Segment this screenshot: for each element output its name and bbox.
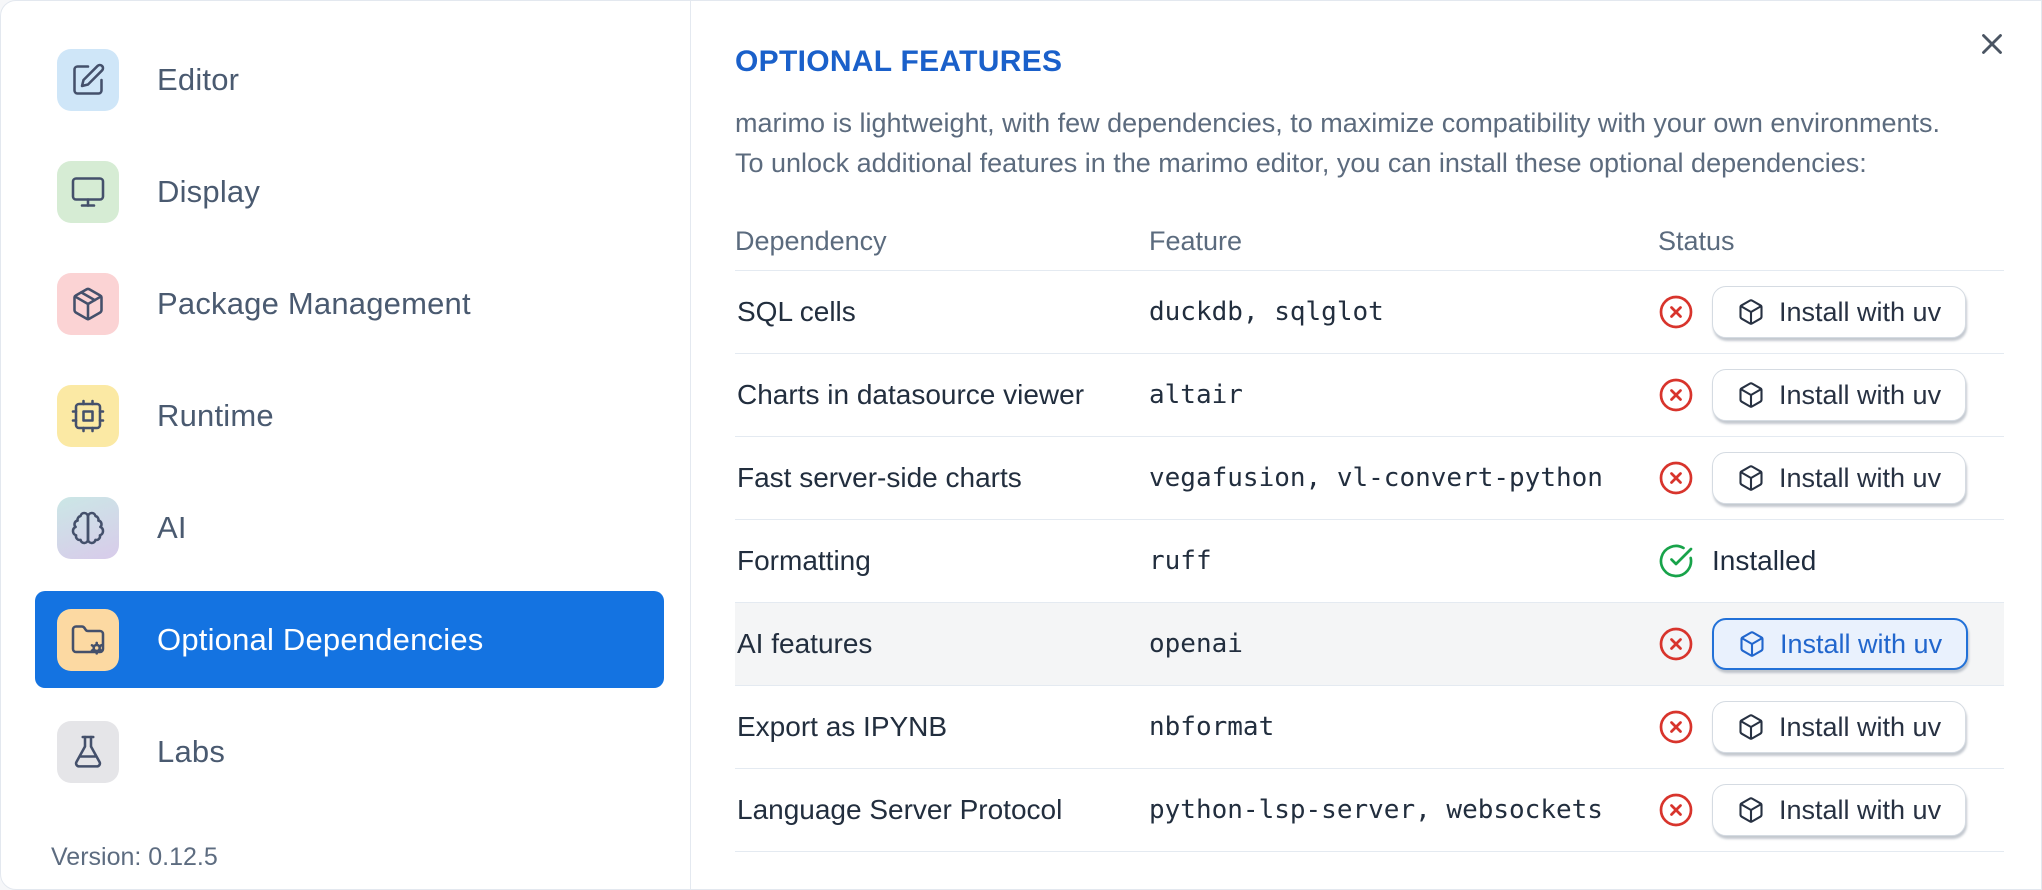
table-row: Formatting ruff Installed (735, 520, 2004, 603)
install-with-uv-button[interactable]: Install with uv (1712, 286, 1967, 338)
status-cell: Install with uv (1658, 618, 2004, 670)
table-row: SQL cells duckdb, sqlglot Install with u… (735, 271, 2004, 354)
version-label: Version: 0.12.5 (51, 843, 218, 871)
install-with-uv-button[interactable]: Install with uv (1712, 369, 1967, 421)
sidebar-item-package-management[interactable]: Package Management (35, 255, 664, 352)
status-cell: Installed (1658, 543, 2004, 579)
sidebar-item-display[interactable]: Display (35, 143, 664, 240)
feature-packages: openai (1149, 629, 1243, 659)
table-row: AI features openai Install with uv (735, 603, 2004, 686)
feature-packages: python-lsp-server, websockets (1149, 795, 1603, 825)
close-button[interactable] (1973, 25, 2011, 63)
sidebar-item-runtime[interactable]: Runtime (35, 367, 664, 464)
feature-packages: duckdb, sqlglot (1149, 297, 1384, 327)
sidebar-item-label: Runtime (157, 397, 274, 433)
package-box-icon (1740, 631, 1764, 657)
sidebar-item-ai[interactable]: AI (35, 479, 664, 576)
table-row: Charts in datasource viewer altair Insta… (735, 354, 2004, 437)
package-icon (73, 287, 103, 320)
sidebar-item-label: AI (157, 509, 187, 545)
not-installed-icon (1658, 377, 1694, 413)
install-button-label: Install with uv (1779, 794, 1942, 825)
dependency-table: Dependency Feature Status SQL cells duck… (735, 213, 2004, 852)
folder-cog-icon-tile (57, 608, 119, 671)
dependency-name: Formatting (737, 545, 871, 576)
status-cell: Install with uv (1658, 784, 2004, 836)
install-with-uv-button[interactable]: Install with uv (1712, 784, 1967, 836)
brain-icon-tile (57, 496, 119, 559)
install-with-uv-button[interactable]: Install with uv (1712, 701, 1967, 753)
installed-check-icon (1658, 543, 1694, 579)
package-box-icon (1739, 714, 1763, 740)
dependency-name: SQL cells (737, 296, 856, 327)
sidebar-item-optional-dependencies[interactable]: Optional Dependencies (35, 591, 664, 688)
close-icon (1982, 34, 2002, 54)
table-header-row: Dependency Feature Status (735, 213, 2004, 271)
install-button-label: Install with uv (1779, 711, 1942, 742)
install-button-label: Install with uv (1779, 379, 1942, 410)
package-box-icon (1739, 382, 1763, 408)
not-installed-icon (1658, 294, 1694, 330)
column-header-feature: Feature (1149, 226, 1243, 256)
brain-icon (71, 511, 105, 544)
sidebar-item-label: Editor (157, 61, 240, 97)
optional-features-panel: OPTIONAL FEATURES marimo is lightweight,… (691, 1, 2041, 889)
sidebar-item-label: Labs (157, 733, 226, 769)
description-line-1: marimo is lightweight, with few dependen… (735, 108, 1941, 138)
status-cell: Install with uv (1658, 452, 2004, 504)
sidebar-item-labs[interactable]: Labs (35, 703, 664, 800)
sidebar-item-label: Package Management (157, 285, 471, 321)
sidebar-item-label: Display (157, 173, 261, 209)
not-installed-icon (1658, 626, 1694, 662)
status-cell: Install with uv (1658, 369, 2004, 421)
cpu-icon-tile (57, 384, 119, 447)
table-row: Fast server-side charts vegafusion, vl-c… (735, 437, 2004, 520)
not-installed-icon (1658, 792, 1694, 828)
sidebar-item-label: Optional Dependencies (157, 621, 484, 657)
install-button-label: Install with uv (1780, 628, 1943, 659)
column-header-dependency: Dependency (735, 226, 887, 256)
monitor-icon-tile (57, 160, 119, 223)
dependency-name: Export as IPYNB (737, 711, 948, 742)
sidebar-item-editor[interactable]: Editor (35, 31, 664, 128)
page-title: OPTIONAL FEATURES (735, 45, 1063, 78)
settings-dialog-screen: Editor Display Package Management Runtim… (0, 0, 2042, 890)
dependency-name: Language Server Protocol (737, 794, 1063, 825)
settings-sidebar: Editor Display Package Management Runtim… (1, 1, 691, 889)
table-row: Export as IPYNB nbformat Install with uv (735, 686, 2004, 769)
install-button-label: Install with uv (1779, 296, 1942, 327)
dependency-name: Charts in datasource viewer (737, 379, 1085, 410)
cpu-icon (71, 399, 105, 432)
panel-description: marimo is lightweight, with few dependen… (735, 103, 2015, 183)
package-box-icon (1739, 299, 1763, 325)
dependency-name: AI features (737, 628, 873, 659)
install-button-label: Install with uv (1779, 462, 1942, 493)
monitor-icon (71, 176, 105, 207)
status-cell: Install with uv (1658, 701, 2004, 753)
column-header-status: Status (1658, 226, 1735, 256)
flask-icon (74, 735, 102, 768)
status-cell: Install with uv (1658, 286, 2004, 338)
install-with-uv-button[interactable]: Install with uv (1712, 452, 1967, 504)
flask-icon-tile (57, 720, 119, 783)
description-line-2: To unlock additional features in the mar… (735, 148, 1867, 178)
table-row: Language Server Protocol python-lsp-serv… (735, 769, 2004, 852)
installed-status-text: Installed (1712, 545, 1817, 576)
not-installed-icon (1658, 709, 1694, 745)
dependency-name: Fast server-side charts (737, 462, 1022, 493)
feature-packages: nbformat (1149, 712, 1275, 742)
package-icon-tile (57, 272, 119, 335)
pencil-square-icon-tile (57, 48, 119, 111)
feature-packages: ruff (1149, 546, 1212, 576)
package-box-icon (1739, 797, 1763, 823)
not-installed-icon (1658, 460, 1694, 496)
folder-cog-icon (71, 624, 105, 655)
settings-dialog: Editor Display Package Management Runtim… (0, 0, 2042, 890)
package-box-icon (1739, 465, 1763, 491)
pencil-square-icon (73, 63, 105, 95)
install-with-uv-button[interactable]: Install with uv (1712, 618, 1969, 670)
feature-packages: vegafusion, vl-convert-python (1149, 463, 1603, 493)
feature-packages: altair (1149, 380, 1243, 410)
